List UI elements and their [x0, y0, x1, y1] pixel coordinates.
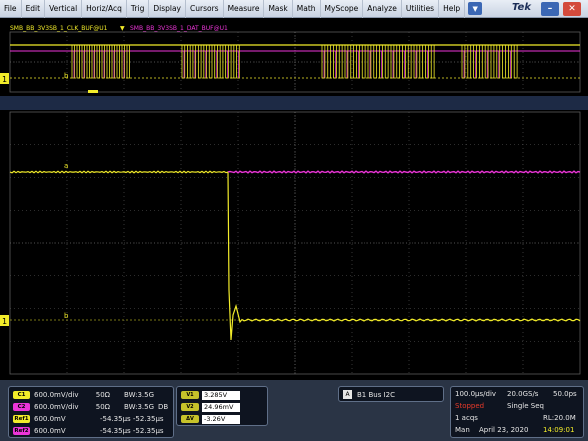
- cursor-value: -3.26V: [202, 414, 240, 424]
- sample-rate: 20.0GS/s: [507, 390, 539, 398]
- channel-scale: 600.0mV: [34, 427, 66, 435]
- channel-bandwidth: BW:3.5G: [124, 391, 154, 399]
- menu-item-myscope[interactable]: MyScope: [321, 0, 364, 18]
- overview-clk-burst: [461, 45, 518, 79]
- overview-dat-label: SMB_BB_3V3SB_1_DAT_BUF@U1: [130, 25, 228, 32]
- bus-label: B1 Bus I2C: [357, 390, 395, 399]
- channel-suffix: DB: [158, 403, 169, 411]
- channel-bandwidth: BW:3.5G: [124, 403, 154, 411]
- panel-separator: [0, 96, 588, 110]
- menu-dropdown-button[interactable]: ▼: [468, 2, 483, 15]
- ps-per-pt: 50.0ps: [553, 390, 577, 398]
- overview-clk-burst: [181, 45, 240, 79]
- menu-item-horiz-acq[interactable]: Horiz/Acq: [82, 0, 127, 18]
- menu-item-help[interactable]: Help: [439, 0, 466, 18]
- cursor-row: V2 24.96mV: [181, 402, 240, 412]
- channel-scale: 600.0mV: [34, 415, 66, 423]
- cursor-readout-box[interactable]: V1 3.285V V2 24.96mV ΔV -3.26V: [176, 386, 268, 426]
- channel-badge: C1: [13, 391, 30, 399]
- cursor-row: V1 3.285V: [181, 390, 240, 400]
- channel-settings-box[interactable]: C1 600.0mV/div 50Ω BW:3.5G C2 600.0mV/div 50Ω B…: [8, 386, 174, 438]
- menu-item-cursors[interactable]: Cursors: [186, 0, 224, 18]
- record-length: RL:20.0M: [543, 414, 576, 422]
- channel-row[interactable]: Ref2 600.0mV -54.35µs -52.35µs: [13, 426, 175, 436]
- overview-dat-burst: [183, 51, 239, 78]
- channel-badge: C2: [13, 403, 30, 411]
- close-icon: ✕: [568, 4, 576, 14]
- cursor-value: 3.285V: [202, 390, 240, 400]
- date: April 23, 2020: [479, 426, 529, 434]
- channel-row[interactable]: C2 600.0mV/div 50Ω BW:3.5G DB: [13, 402, 175, 412]
- overview-clk-burst: [71, 45, 130, 79]
- overview-dat-burst: [73, 51, 125, 78]
- menu-item-vertical[interactable]: Vertical: [45, 0, 83, 18]
- overview-panel[interactable]: SMB_BB_3V3SB_1_CLK_BUF@U1 ▼ SMB_BB_3V3SB…: [0, 18, 588, 96]
- channel-row[interactable]: Ref1 600.0mV -54.35µs -52.35µs: [13, 414, 175, 424]
- menu-item-display[interactable]: Display: [149, 0, 186, 18]
- cursor-badge: V1: [181, 391, 199, 399]
- cursor-row: ΔV -3.26V: [181, 414, 240, 424]
- channel-scale: 600.0mV/div: [34, 391, 79, 399]
- menu-item-utilities[interactable]: Utilities: [402, 0, 440, 18]
- menu-item-measure[interactable]: Measure: [224, 0, 265, 18]
- overview-ch1-marker: 1: [2, 75, 7, 84]
- acq-status: Stopped: [455, 402, 485, 410]
- chevron-down-icon: ▼: [472, 4, 478, 13]
- timestamp-mode: Man: [455, 426, 470, 434]
- main-ch2-trace: [227, 170, 581, 174]
- main-ref-marker-bottom: b: [64, 312, 69, 320]
- channel-badge: Ref1: [13, 415, 30, 423]
- main-ch1-marker: 1: [2, 317, 7, 326]
- acq-sequence: Single Seq: [507, 402, 544, 410]
- ref-time-range: -54.35µs -52.35µs: [100, 427, 164, 435]
- channel-impedance: 50Ω: [95, 391, 110, 399]
- overview-clk-label: SMB_BB_3V3SB_1_CLK_BUF@U1: [10, 25, 108, 32]
- menu-item-analyze[interactable]: Analyze: [363, 0, 402, 18]
- cursor-badge: V2: [181, 403, 199, 411]
- time-per-div: 100.0µs/div: [455, 390, 497, 398]
- menu-item-file[interactable]: File: [0, 0, 22, 18]
- overview-zoom-box[interactable]: [88, 90, 98, 93]
- horizontal-box[interactable]: 100.0µs/div 20.0GS/s 50.0ps Stopped Sing…: [450, 386, 584, 438]
- bus-badge: A: [343, 390, 352, 399]
- channel-impedance: 50Ω: [95, 403, 110, 411]
- menu-bar: File Edit Vertical Horiz/Acq Trig Display Curs…: [0, 0, 588, 18]
- menu-item-mask[interactable]: Mask: [264, 0, 293, 18]
- menu-item-trig[interactable]: Trig: [127, 0, 150, 18]
- close-button[interactable]: ✕: [563, 2, 581, 16]
- tek-logo: Tek: [512, 2, 531, 13]
- main-waveform: a b 1: [0, 111, 581, 375]
- channel-scale: 600.0mV/div: [34, 403, 79, 411]
- menu-item-edit[interactable]: Edit: [22, 0, 46, 18]
- cursor-value: 24.96mV: [202, 402, 240, 412]
- overview-ref-marker: b: [64, 72, 69, 80]
- channel-row[interactable]: C1 600.0mV/div 50Ω BW:3.5G: [13, 390, 175, 400]
- minimize-button[interactable]: –: [541, 2, 559, 16]
- main-graticule[interactable]: a b 1: [0, 110, 588, 380]
- menu-item-math[interactable]: Math: [293, 0, 321, 18]
- channel-badge: Ref2: [13, 427, 30, 435]
- minimize-icon: –: [547, 4, 553, 14]
- bus-box[interactable]: A B1 Bus I2C: [338, 386, 444, 402]
- readout-panel: C1 600.0mV/div 50Ω BW:3.5G C2 600.0mV/div 50Ω B…: [0, 380, 588, 441]
- overview-waveform: SMB_BB_3V3SB_1_CLK_BUF@U1 ▼ SMB_BB_3V3SB…: [0, 25, 581, 93]
- overview-clk-burst: [321, 45, 435, 79]
- acq-count: 1 acqs: [455, 414, 478, 422]
- ref-time-range: -54.35µs -52.35µs: [100, 415, 164, 423]
- overview-trigger-arrow-icon: ▼: [120, 25, 125, 32]
- clock: 14:09:01: [543, 426, 575, 434]
- main-ref-marker-top: a: [64, 162, 68, 170]
- cursor-badge: ΔV: [181, 415, 199, 423]
